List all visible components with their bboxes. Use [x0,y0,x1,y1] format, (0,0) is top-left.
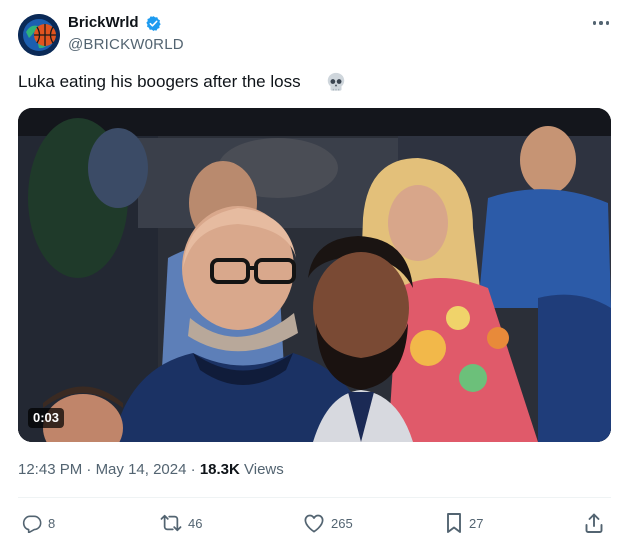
more-dot [599,21,603,25]
video-frame [18,108,611,442]
post-meta: 12:43 PM · May 14, 2024 · 18.3K Views [18,461,284,478]
heart-icon [304,514,324,533]
like-count: 265 [331,515,353,531]
post-date[interactable]: May 14, 2024 [96,461,187,478]
basketball-globe-icon [18,14,60,56]
views-count[interactable]: 18.3K [200,461,240,478]
like-button[interactable]: 265 [303,512,353,534]
handle[interactable]: @BRICKW0RLD [68,36,184,53]
more-dot [592,21,597,25]
bookmark-count: 27 [469,515,484,531]
repost-count: 46 [188,515,203,531]
avatar[interactable] [18,14,60,56]
video-duration: 0:03 [28,408,65,428]
share-icon [585,513,603,533]
meta-separator: · [190,461,196,478]
reply-count: 8 [48,515,56,531]
tweet: BrickWrld @BRICKW0RLD Luka eating his bo… [0,0,640,540]
bookmark-button[interactable]: 27 [445,512,483,534]
meta-separator: · [86,461,92,478]
reply-icon [22,515,42,533]
divider [18,497,611,498]
bookmark-icon [447,513,461,533]
verified-badge-icon [146,16,161,31]
display-name[interactable]: BrickWrld [68,14,139,31]
tweet-text: Luka eating his boogers after the loss [18,72,301,91]
more-dot [605,21,610,25]
share-button[interactable] [584,512,604,534]
repost-button[interactable]: 46 [160,512,202,534]
more-options-button[interactable] [588,12,614,34]
reply-button[interactable]: 8 [22,512,55,534]
video-player[interactable] [18,108,611,442]
repost-icon [160,514,182,532]
skull-icon [327,72,345,91]
post-time[interactable]: 12:43 PM [18,461,82,478]
views-label: Views [244,461,284,478]
